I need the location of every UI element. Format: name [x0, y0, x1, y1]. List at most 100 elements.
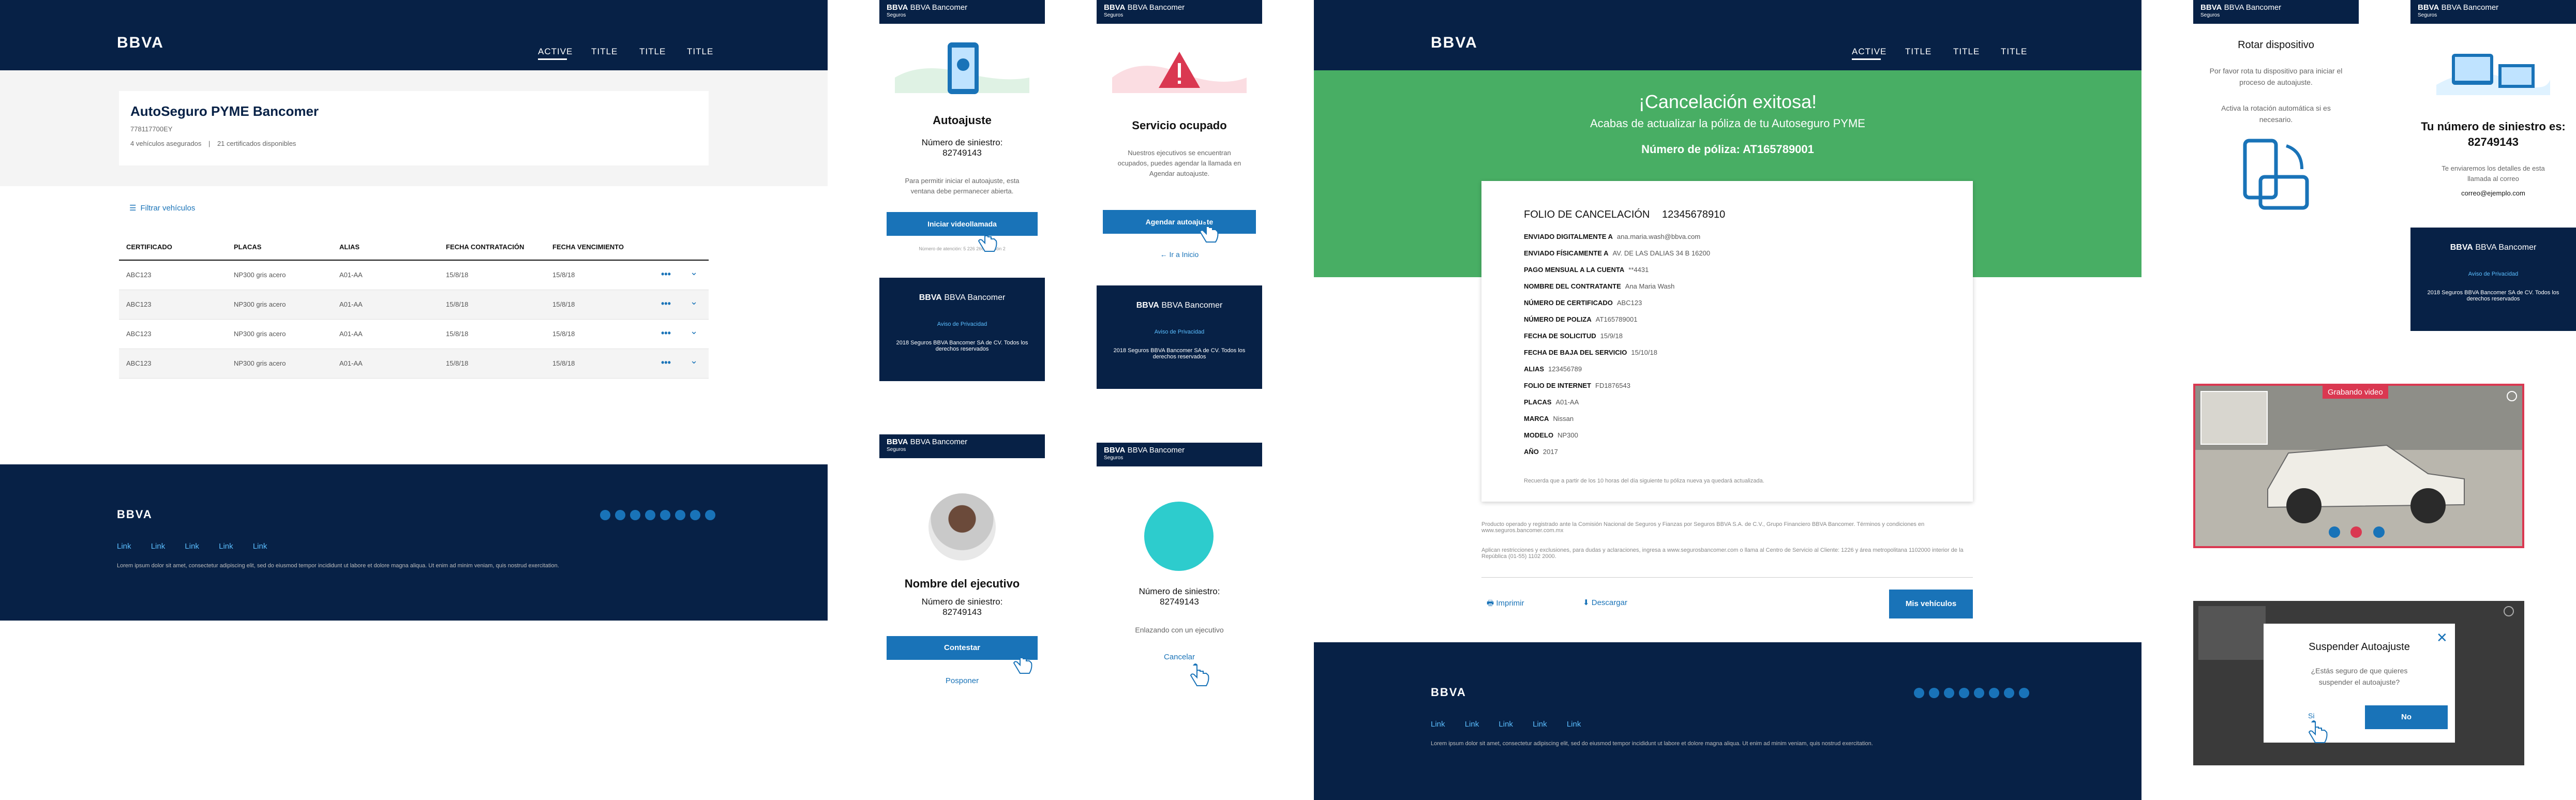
filter-vehicles[interactable]: ☰ Filtrar vehículos: [129, 203, 195, 213]
linkedin-icon[interactable]: [660, 510, 670, 520]
privacy-link[interactable]: Aviso de Privacidad: [1097, 329, 1262, 335]
confirm-yes-link[interactable]: Si: [2308, 712, 2314, 720]
detail-key: ALIAS: [1524, 365, 1544, 373]
filter-icon: ☰: [129, 204, 137, 213]
footer-legal: 2018 Seguros BBVA Bancomer SA de CV. Tod…: [2427, 290, 2559, 302]
bbva-logo[interactable]: BBVA: [1431, 34, 1478, 52]
mic-icon[interactable]: [2329, 526, 2340, 538]
chevron-down-icon[interactable]: ⌄: [690, 267, 698, 278]
detail-key: NÚMERO DE CERTIFICADO: [1524, 299, 1613, 307]
footer-link-1[interactable]: Link: [117, 542, 131, 551]
nav-item-title-1[interactable]: TITLE: [1905, 47, 1931, 57]
rotate-desc: Por favor rota tu dispositivo para inici…: [2209, 67, 2343, 86]
facebook-icon[interactable]: [600, 510, 610, 520]
footer-link-1[interactable]: Link: [1431, 720, 1445, 729]
footer-link-4[interactable]: Link: [1533, 720, 1547, 729]
policy-summary: 4 vehículos asegurados | 21 certificados…: [130, 140, 296, 147]
start-videocall-button[interactable]: Iniciar videollamada: [887, 212, 1038, 236]
facebook-icon[interactable]: [1914, 688, 1924, 698]
table-row[interactable]: ABC123 NP300 gris acero A01-AA 15/8/18 15/8/…: [119, 261, 709, 290]
googleplus-icon[interactable]: [1989, 688, 1999, 698]
schedule-button[interactable]: Agendar autoajuste: [1103, 210, 1256, 234]
table-row[interactable]: ABC123 NP300 gris acero A01-AA 15/8/18 15/8/…: [119, 320, 709, 349]
brand-sub: Seguros: [887, 447, 906, 452]
table-cell: A01-AA: [339, 330, 363, 338]
hand-pointer-icon: [978, 229, 997, 252]
footer-link-3[interactable]: Link: [1499, 720, 1513, 729]
nav-item-title-2[interactable]: TITLE: [1953, 47, 1980, 57]
nav-item-title-2[interactable]: TITLE: [639, 47, 666, 57]
youtube-icon[interactable]: [1959, 688, 1969, 698]
linkedin-icon[interactable]: [1974, 688, 1984, 698]
more-options-icon[interactable]: •••: [661, 269, 671, 280]
footer-logo[interactable]: BBVA: [117, 508, 153, 521]
pinterest-icon[interactable]: [690, 510, 700, 520]
mail-icon[interactable]: [705, 510, 715, 520]
settings-icon[interactable]: [2504, 606, 2514, 616]
chevron-down-icon[interactable]: ⌄: [690, 296, 698, 307]
settings-icon[interactable]: [2507, 391, 2517, 401]
more-options-icon[interactable]: •••: [661, 328, 671, 339]
footer-logo[interactable]: BBVA: [1431, 686, 1466, 699]
pinterest-icon[interactable]: [2004, 688, 2014, 698]
chevron-down-icon[interactable]: ⌄: [690, 355, 698, 366]
footer-link-4[interactable]: Link: [219, 542, 233, 551]
instagram-icon[interactable]: [630, 510, 640, 520]
hangup-icon[interactable]: [2350, 526, 2362, 538]
footer-legal: Lorem ipsum dolor sit amet, consectetur …: [1431, 741, 1873, 747]
mail-icon[interactable]: [2019, 688, 2029, 698]
footer-link-5[interactable]: Link: [253, 542, 267, 551]
instagram-icon[interactable]: [1944, 688, 1954, 698]
recording-badge: Grabando video: [2323, 386, 2388, 399]
hand-pointer-icon: [1199, 220, 1219, 243]
claim-desc: Te enviaremos los detalles de esta llama…: [2442, 164, 2545, 183]
privacy-link[interactable]: Aviso de Privacidad: [2410, 271, 2576, 277]
camera-icon[interactable]: [2373, 526, 2385, 538]
policy-card[interactable]: AutoSeguro PYME Bancomer 778117700EY 4 v…: [119, 91, 709, 165]
twitter-icon[interactable]: [1929, 688, 1939, 698]
cancel-link[interactable]: Cancelar: [1097, 653, 1262, 661]
nav-item-active[interactable]: ACTIVE: [538, 47, 573, 57]
brand: BBVA BBVA Bancomer: [2418, 3, 2499, 12]
print-button[interactable]: 🖶 Imprimir: [1487, 598, 1524, 611]
nav-item-title-3[interactable]: TITLE: [2001, 47, 2027, 57]
detail-key: ENVIADO FÍSICAMENTE A: [1524, 249, 1609, 257]
twitter-icon[interactable]: [615, 510, 625, 520]
youtube-icon[interactable]: [645, 510, 655, 520]
nav-item-title-1[interactable]: TITLE: [591, 47, 618, 57]
back-home-link[interactable]: ← Ir a Inicio: [1097, 250, 1262, 259]
more-options-icon[interactable]: •••: [661, 357, 671, 368]
executive-thumbnail: [2200, 391, 2268, 445]
claim-label: Número de siniestro:: [921, 138, 1003, 147]
download-button[interactable]: ⬇ Descargar: [1583, 598, 1627, 607]
nav-item-title-3[interactable]: TITLE: [687, 47, 713, 57]
detail-value: FD1876543: [1595, 382, 1630, 389]
detail-row: AÑO 2017: [1524, 448, 1710, 464]
footer-link-2[interactable]: Link: [151, 542, 166, 551]
privacy-link[interactable]: Aviso de Privacidad: [879, 321, 1045, 327]
table-row[interactable]: ABC123 NP300 gris acero A01-AA 15/8/18 15/8/…: [119, 290, 709, 320]
download-icon: ⬇: [1583, 598, 1592, 607]
table-cell: NP300 gris acero: [234, 330, 286, 338]
detail-row: MODELO NP300: [1524, 431, 1710, 448]
footer-brand: BBVA BBVA Bancomer: [919, 293, 1006, 302]
footer-link-2[interactable]: Link: [1465, 720, 1479, 729]
chevron-down-icon[interactable]: ⌄: [690, 326, 698, 337]
footer-brand: BBVA BBVA Bancomer: [2450, 243, 2537, 252]
r-claim-header: BBVA BBVA Bancomer Seguros: [2410, 0, 2576, 24]
confirm-no-button[interactable]: No: [2365, 705, 2448, 729]
video-call-view: Grabando video: [2193, 384, 2524, 548]
table-header: CERTIFICADO PLACAS ALIAS FECHA CONTRATAC…: [119, 236, 709, 261]
my-vehicles-button[interactable]: Mis vehículos: [1889, 590, 1973, 618]
nav-item-active[interactable]: ACTIVE: [1852, 47, 1886, 57]
more-options-icon[interactable]: •••: [661, 298, 671, 309]
postpone-link[interactable]: Posponer: [879, 676, 1045, 685]
bbva-logo[interactable]: BBVA: [117, 34, 164, 52]
footer-links: Link Link Link Link Link: [1431, 720, 1581, 729]
footer-link-5[interactable]: Link: [1567, 720, 1581, 729]
footer-link-3[interactable]: Link: [185, 542, 199, 551]
table-cell: 15/8/18: [446, 271, 469, 279]
googleplus-icon[interactable]: [675, 510, 685, 520]
table-row[interactable]: ABC123 NP300 gris acero A01-AA 15/8/18 15/8/…: [119, 349, 709, 379]
detail-key: FECHA DE BAJA DEL SERVICIO: [1524, 349, 1627, 356]
